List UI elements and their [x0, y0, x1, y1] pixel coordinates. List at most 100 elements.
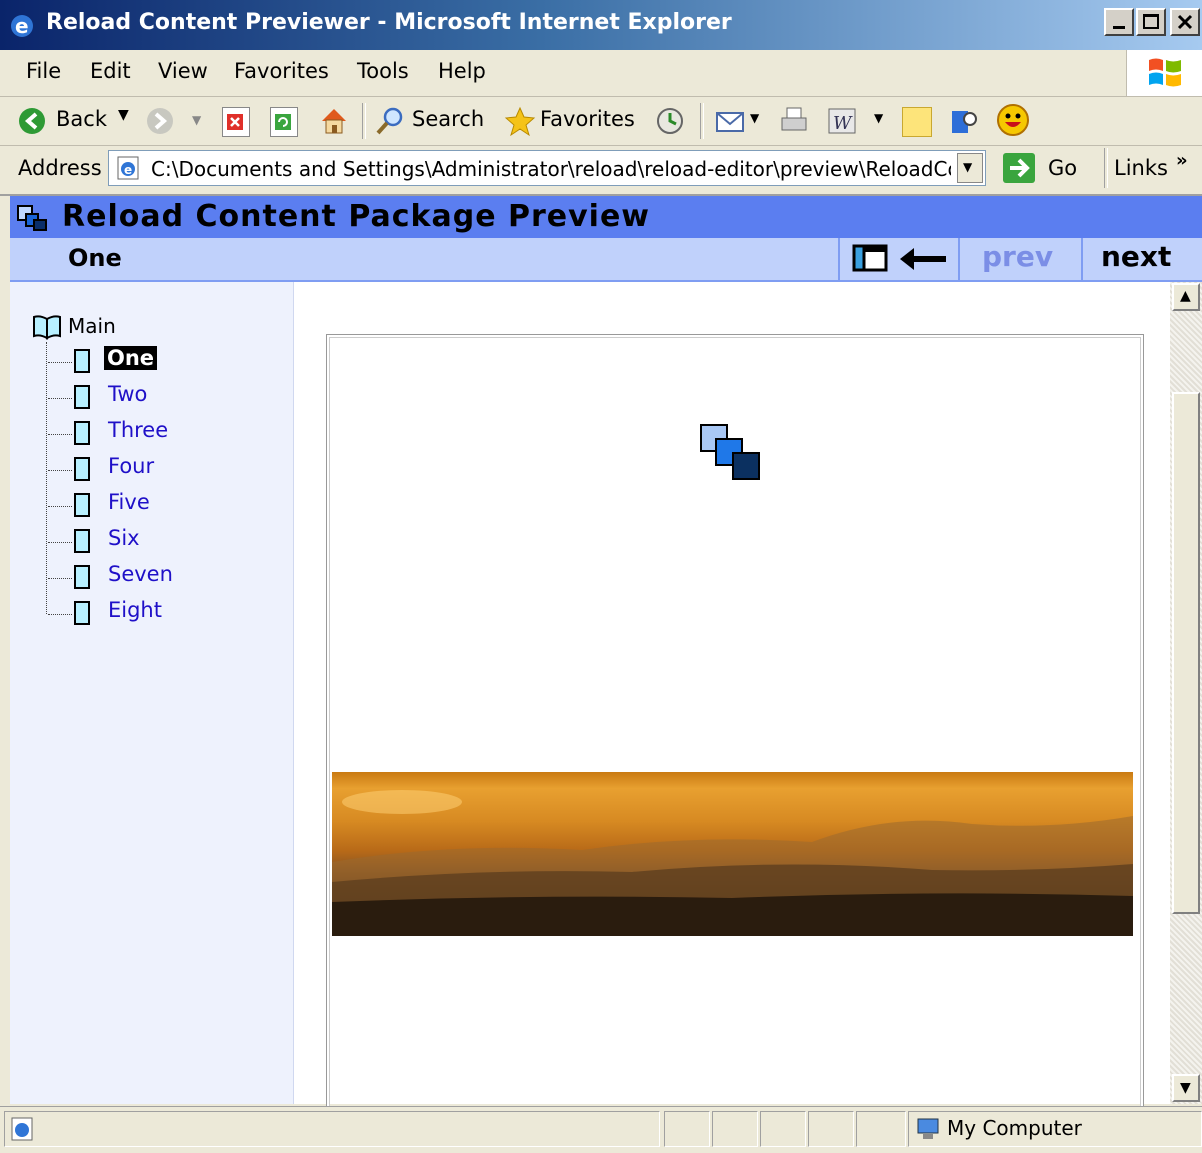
address-dropdown-button[interactable]: ▼ [957, 153, 983, 183]
search-label: Search [412, 107, 485, 131]
status-cell [760, 1111, 806, 1147]
page-icon [74, 601, 90, 625]
links-more-button[interactable]: » [1176, 150, 1188, 171]
svg-text:W: W [833, 113, 853, 134]
menu-bar: File Edit View Favorites Tools Help [0, 50, 1202, 97]
ie-icon: e [11, 14, 33, 38]
research-button[interactable] [948, 105, 980, 137]
menu-help[interactable]: Help [438, 59, 486, 83]
address-label: Address [18, 156, 102, 180]
sunset-landscape-image [332, 772, 1133, 936]
tree-panel [10, 282, 294, 1104]
tree-connector [48, 362, 72, 363]
back-button[interactable]: Back ▼ [14, 103, 134, 139]
toggle-tree-button[interactable] [838, 238, 960, 280]
page-icon [74, 529, 90, 553]
edit-button[interactable]: W ▼ [826, 105, 890, 137]
scroll-up-button[interactable]: ▲ [1172, 283, 1200, 311]
smiley-icon [997, 104, 1029, 136]
status-cell [712, 1111, 758, 1147]
discuss-button[interactable] [902, 107, 932, 137]
layout-toggle-icon [852, 244, 888, 272]
search-icon [376, 107, 403, 135]
note-icon [903, 108, 931, 136]
refresh-icon [275, 114, 291, 130]
toolbar-separator [1104, 148, 1108, 188]
history-icon [657, 108, 683, 134]
address-input[interactable]: e C:\Documents and Settings\Administrato… [108, 150, 986, 186]
forward-button[interactable]: ▼ [144, 103, 208, 139]
arrow-left-icon [900, 248, 946, 270]
mail-button[interactable]: ▼ [714, 105, 764, 137]
status-cell [664, 1111, 710, 1147]
minimize-button[interactable] [1104, 8, 1134, 36]
research-icon [952, 111, 977, 133]
favorites-button[interactable]: Favorites [502, 103, 638, 139]
prev-label: prev [982, 240, 1054, 273]
tree-connector [46, 342, 47, 614]
ie-page-icon [11, 1117, 33, 1141]
status-text-cell [4, 1111, 660, 1147]
tree-item-six[interactable]: Six [108, 526, 140, 550]
refresh-button[interactable] [270, 107, 298, 137]
stop-icon [227, 114, 243, 130]
package-title: Reload Content Package Preview [62, 199, 651, 234]
chevron-down-icon: ▼ [1180, 1080, 1191, 1096]
status-cell [856, 1111, 906, 1147]
tree-item-seven[interactable]: Seven [108, 562, 173, 586]
windows-logo-icon [1126, 50, 1202, 96]
page-icon [74, 457, 90, 481]
printer-icon [781, 107, 807, 131]
zone-cell: My Computer [908, 1111, 1202, 1147]
tree-item-three[interactable]: Three [108, 418, 168, 442]
scroll-down-button[interactable]: ▼ [1172, 1074, 1200, 1102]
menu-file[interactable]: File [26, 59, 61, 83]
tree-item-one[interactable]: One [104, 346, 158, 370]
favorites-label: Favorites [540, 107, 635, 131]
search-button[interactable]: Search [372, 103, 485, 139]
maximize-button[interactable] [1136, 8, 1166, 36]
menu-favorites[interactable]: Favorites [234, 59, 329, 83]
tree-root-label[interactable]: Main [68, 314, 116, 338]
go-arrow-icon [1003, 153, 1035, 183]
status-cell [808, 1111, 854, 1147]
menu-edit[interactable]: Edit [90, 59, 131, 83]
current-item-title: One [68, 244, 122, 272]
tree-connector [48, 578, 72, 579]
tree-connector [48, 434, 72, 435]
next-button[interactable]: next [1081, 238, 1202, 280]
prev-button[interactable]: prev [958, 238, 1082, 280]
chevron-down-icon: ▼ [192, 113, 202, 127]
tree-item-eight[interactable]: Eight [108, 598, 162, 622]
menu-view[interactable]: View [158, 59, 208, 83]
mail-icon [716, 112, 744, 132]
page-icon [74, 349, 90, 373]
chevron-down-icon: ▼ [874, 111, 884, 125]
standard-toolbar: Back ▼ ▼ Search Favorites ▼ W ▼ [0, 97, 1202, 146]
messenger-button[interactable] [996, 103, 1030, 137]
page-icon [74, 421, 90, 445]
computer-icon [917, 1118, 939, 1139]
home-button[interactable] [316, 103, 352, 139]
close-button[interactable] [1170, 8, 1200, 36]
menu-tools[interactable]: Tools [357, 59, 409, 83]
tree-connector [48, 470, 72, 471]
tree-item-two[interactable]: Two [108, 382, 147, 406]
scroll-thumb[interactable] [1172, 392, 1200, 914]
tree-connector [48, 506, 72, 507]
chevron-down-icon: ▼ [750, 111, 760, 125]
history-button[interactable] [654, 105, 686, 137]
tree-item-five[interactable]: Five [108, 490, 150, 514]
minimize-icon [1113, 26, 1125, 29]
tree-connector [48, 398, 72, 399]
go-button[interactable]: Go [1002, 150, 1092, 186]
svg-text:e: e [124, 163, 132, 177]
print-button[interactable] [778, 105, 810, 137]
toolbar-separator [362, 103, 366, 139]
page-icon [74, 385, 90, 409]
links-button[interactable]: Links [1114, 156, 1168, 180]
svg-text:e: e [15, 14, 29, 38]
star-icon [504, 106, 536, 137]
stop-button[interactable] [222, 107, 250, 137]
tree-item-four[interactable]: Four [108, 454, 154, 478]
